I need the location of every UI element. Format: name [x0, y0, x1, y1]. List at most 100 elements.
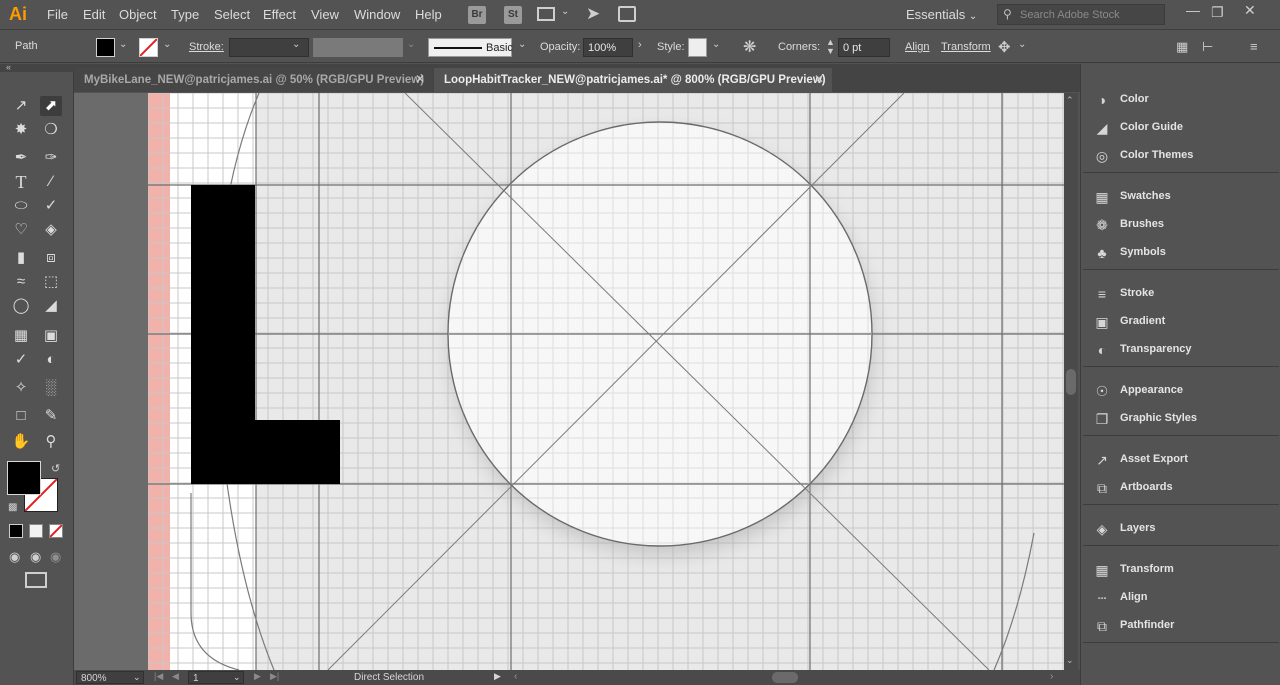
width-tool-icon[interactable]: ≈ [10, 272, 32, 292]
panel-artboards[interactable]: ⧉ Artboards [1091, 477, 1271, 499]
panel-transparency[interactable]: ◐ Transparency [1091, 339, 1271, 361]
scroll-thumb[interactable] [1066, 369, 1076, 395]
close-icon[interactable]: ✕ [415, 72, 425, 86]
blend-tool-icon[interactable]: ◐ [40, 350, 62, 370]
perspective-grid-icon[interactable]: ◢ [40, 296, 62, 316]
artboard-tool-icon[interactable]: □ [10, 406, 32, 426]
mesh-tool-icon[interactable]: ▦ [10, 326, 32, 346]
scroll-down-icon[interactable]: ⌄ [1066, 655, 1074, 666]
panel-brushes[interactable]: ❁ Brushes [1091, 214, 1271, 236]
draw-behind-icon[interactable]: ◉ [30, 549, 41, 565]
menu-select[interactable]: Select [214, 7, 250, 22]
restore-icon[interactable]: ❐ [1211, 4, 1224, 21]
publish-icon[interactable] [618, 6, 636, 22]
bridge-icon[interactable]: Br [468, 6, 486, 24]
swap-fill-stroke-icon[interactable]: ↺ [51, 462, 60, 475]
panel-graphic-styles[interactable]: ❐ Graphic Styles [1091, 408, 1271, 430]
panel-symbols[interactable]: ♣ Symbols [1091, 242, 1271, 264]
artboard-view[interactable] [74, 93, 1064, 670]
chevron-down-icon[interactable]: ⌄ [233, 672, 241, 683]
close-icon[interactable]: ✕ [814, 72, 824, 86]
chevron-down-icon[interactable]: ⌄ [1018, 39, 1026, 50]
menu-view[interactable]: View [311, 7, 339, 22]
chevron-down-icon[interactable]: ⌄ [163, 39, 171, 50]
panel-layers[interactable]: ◈ Layers [1091, 518, 1271, 540]
curvature-tool-icon[interactable]: ✑ [40, 148, 62, 168]
panel-appearance[interactable]: ☉ Appearance [1091, 380, 1271, 402]
graphic-style-swatch[interactable] [688, 38, 707, 57]
default-colors-icon[interactable]: ▩ [8, 502, 17, 513]
panel-align[interactable]: ┄ Align [1091, 587, 1271, 609]
panel-menu-icon[interactable]: ≡ [1250, 39, 1258, 54]
shaper-tool-icon[interactable]: ♡ [10, 220, 32, 240]
hand-tool-icon[interactable]: ✋ [10, 432, 32, 452]
shape-builder-icon[interactable]: ◯ [10, 296, 32, 316]
panel-pathfinder[interactable]: ⧉ Pathfinder [1091, 615, 1271, 637]
paintbrush-icon[interactable]: ✓ [40, 196, 62, 216]
none-mode-icon[interactable] [49, 524, 63, 538]
chevron-down-icon[interactable]: ⌄ [561, 6, 569, 17]
panel-color-themes[interactable]: ◎ Color Themes [1091, 145, 1271, 167]
scroll-right-icon[interactable]: › [1050, 671, 1053, 682]
eyedropper-icon[interactable]: ✓ [10, 350, 32, 370]
pen-tool-icon[interactable]: ✒ [10, 148, 32, 168]
zoom-field[interactable]: 800% ⌄ [76, 671, 144, 684]
selection-tool-icon[interactable]: ↗ [10, 96, 32, 116]
fill-swatch[interactable] [96, 38, 115, 57]
tab-mybikelane[interactable]: MyBikeLane_NEW@patricjames.ai @ 50% (RGB… [74, 68, 432, 92]
panel-color-guide[interactable]: ◢ Color Guide [1091, 117, 1271, 139]
recolor-artwork-icon[interactable]: ❋ [743, 37, 756, 57]
chevron-down-icon[interactable]: ⌄ [518, 39, 526, 50]
reflect-tool-icon[interactable]: ▮ [10, 248, 32, 268]
fill-color-box[interactable] [7, 461, 41, 495]
status-menu-icon[interactable]: ▶ [494, 671, 501, 682]
corners-field[interactable]: 0 pt [838, 38, 890, 57]
transform-link[interactable]: Transform [941, 41, 991, 53]
menu-effect[interactable]: Effect [263, 7, 296, 22]
panel-gradient[interactable]: ▣ Gradient [1091, 311, 1271, 333]
first-artboard-icon[interactable]: |◀ [154, 671, 163, 682]
type-tool-icon[interactable]: T [10, 172, 32, 192]
panel-transform[interactable]: ▦ Transform [1091, 559, 1271, 581]
workspace-switcher[interactable]: Essentials ⌄ [906, 7, 977, 22]
document-canvas[interactable] [74, 93, 1064, 670]
chevron-down-icon[interactable]: ⌄ [292, 39, 300, 50]
color-mode-icon[interactable] [9, 524, 23, 538]
previous-artboard-icon[interactable]: ◀ [172, 671, 179, 682]
scroll-left-icon[interactable]: ‹ [514, 671, 517, 682]
stroke-label[interactable]: Stroke: [189, 41, 224, 53]
symbol-sprayer-icon[interactable]: ✧ [10, 378, 32, 398]
stock-icon[interactable]: St [504, 6, 522, 24]
panel-stroke[interactable]: ≡ Stroke [1091, 283, 1271, 305]
isolate-selection-icon[interactable]: ✥ [998, 38, 1011, 56]
vertical-scrollbar[interactable]: ⌃ ⌄ [1064, 93, 1078, 670]
lasso-icon[interactable]: ❍ [40, 120, 62, 140]
panel-asset-export[interactable]: ↗ Asset Export [1091, 449, 1271, 471]
opacity-field[interactable]: 100% [583, 38, 633, 57]
close-icon[interactable]: ✕ [1244, 2, 1256, 19]
menu-file[interactable]: File [47, 7, 68, 22]
artboard-number-field[interactable]: 1 ⌄ [188, 671, 244, 684]
menu-object[interactable]: Object [119, 7, 157, 22]
draw-inside-icon[interactable]: ◉ [50, 549, 61, 565]
panel-swatches[interactable]: ▦ Swatches [1091, 186, 1271, 208]
align-link[interactable]: Align [905, 41, 929, 53]
menu-window[interactable]: Window [354, 7, 400, 22]
chevron-down-icon[interactable]: ⌄ [119, 39, 127, 50]
ellipse-tool-icon[interactable]: ⬭ [10, 196, 32, 216]
gradient-mode-icon[interactable] [29, 524, 43, 538]
corners-stepper[interactable]: ▲ ▼ [826, 38, 835, 56]
gradient-tool-icon[interactable]: ▣ [40, 326, 62, 346]
arrange-documents-icon[interactable] [537, 7, 555, 21]
stock-search-input[interactable]: ⚲ Search Adobe Stock [997, 4, 1165, 25]
screen-mode-icon[interactable] [25, 572, 47, 588]
menu-edit[interactable]: Edit [83, 7, 105, 22]
chevron-down-icon[interactable]: ⌄ [133, 672, 141, 683]
menu-help[interactable]: Help [415, 7, 442, 22]
magic-wand-icon[interactable]: ✸ [10, 120, 32, 140]
direct-selection-tool-icon[interactable]: ⬈ [40, 96, 62, 116]
scroll-up-icon[interactable]: ⌃ [1066, 95, 1074, 106]
horizontal-scroll-thumb[interactable] [772, 672, 798, 683]
collapse-toolbar-icon[interactable]: « [6, 62, 11, 72]
next-artboard-icon[interactable]: ▶ [254, 671, 261, 682]
